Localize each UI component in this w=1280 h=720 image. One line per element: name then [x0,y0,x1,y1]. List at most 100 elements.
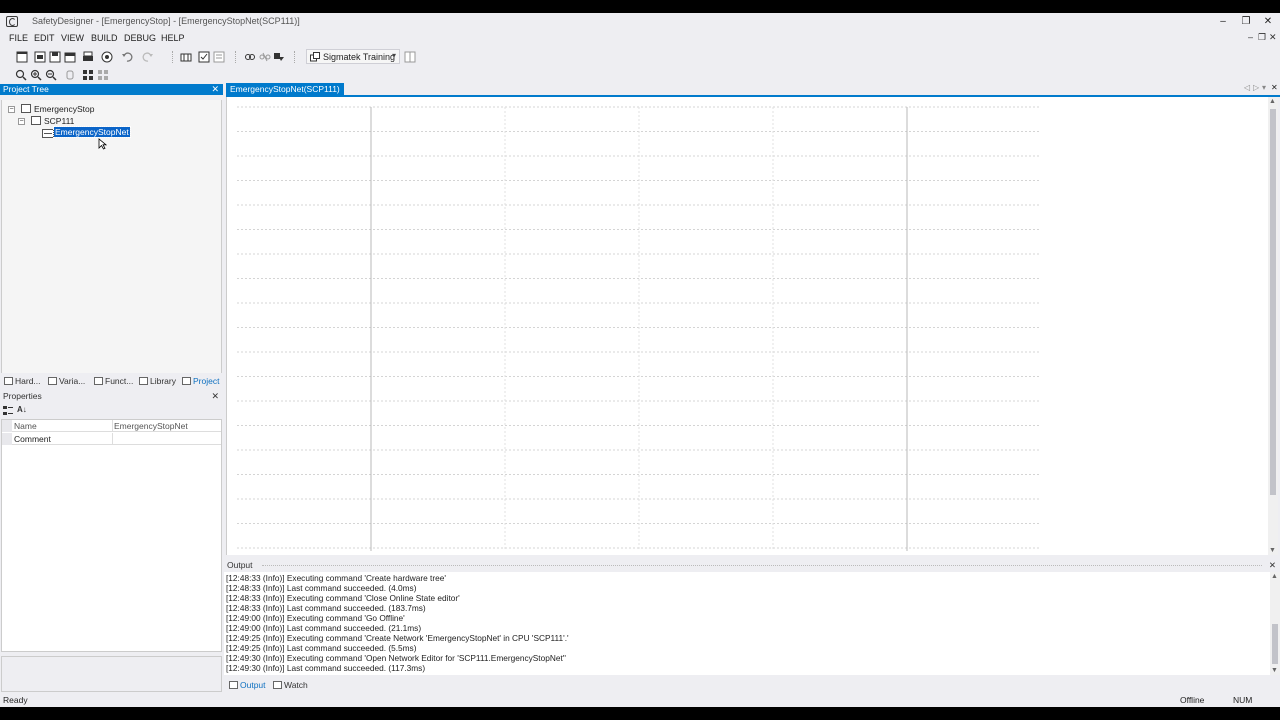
app-logo-icon [6,16,18,27]
output-title: Output [227,560,253,570]
close-window-button[interactable]: ✕ [1257,14,1279,29]
expander-collapse-icon[interactable]: − [8,106,15,113]
print-icon[interactable] [82,51,94,63]
row-margin [2,420,12,432]
new-project-icon[interactable] [16,51,28,63]
target-settings-icon[interactable] [404,51,416,63]
expander-collapse-icon[interactable]: − [18,118,25,125]
editor-grid [237,106,1041,551]
target-combo[interactable]: Sigmatek Training ▾ [306,49,400,64]
log-line: [12:48:33 (Info)] Last command succeeded… [226,603,426,613]
properties-header: Properties ✕ [0,391,223,402]
online-state-icon[interactable] [273,51,285,63]
help-icon[interactable] [101,51,113,63]
save-icon[interactable] [49,51,61,63]
scrollbar-thumb[interactable] [1272,624,1278,664]
watch-icon [273,681,282,689]
network-icon [42,129,54,138]
disconnect-icon[interactable] [259,51,271,63]
scroll-up-icon[interactable]: ▲ [1269,98,1276,105]
properties-close-icon[interactable]: ✕ [211,391,219,402]
grid-icon[interactable] [82,69,94,81]
save-all-icon[interactable] [64,51,76,63]
menu-debug[interactable]: DEBUG [124,33,156,43]
zoom-out-icon[interactable] [45,69,57,81]
tree-node-label-selected: EmergencyStopNet [53,126,131,138]
menu-help[interactable]: HELP [161,33,185,43]
library-icon [139,377,148,385]
left-panel-tabs: Hard... Varia... Funct... Library Projec… [0,373,223,389]
property-description [1,656,222,692]
menu-file[interactable]: FILE [9,33,28,43]
tab-variables[interactable]: Varia... [48,376,85,386]
zoom-in-icon[interactable] [30,69,42,81]
properties-grid: Name EmergencyStopNet Comment [1,419,222,652]
output-close-icon[interactable]: ✕ [1269,560,1276,571]
connection-status: Offline [1180,695,1205,705]
tab-library[interactable]: Library [139,376,176,386]
menu-edit[interactable]: EDIT [34,33,55,43]
log-line: [12:48:33 (Info)] Executing command 'Cre… [226,573,446,583]
project-tree: − EmergencyStop − SCP111 EmergencyStopNe… [1,100,222,374]
property-value: EmergencyStopNet [114,421,188,431]
align-grid-icon[interactable] [97,69,109,81]
tree-node-label: EmergencyStop [34,104,95,114]
restore-button[interactable]: ❐ [1235,14,1257,29]
tab-scroll-right-icon[interactable]: ▷ [1253,83,1259,92]
tab-project[interactable]: Project [182,376,219,386]
minimize-button[interactable]: – [1212,14,1234,29]
property-row-comment[interactable]: Comment [2,433,221,445]
build-icon[interactable] [180,51,192,63]
scrollbar-thumb[interactable] [1270,109,1276,495]
categorized-icon[interactable] [3,406,13,416]
menu-bar: FILE EDIT VIEW BUILD DEBUG HELP [0,31,1280,46]
toolbar-separator [172,51,173,63]
undo-icon[interactable] [121,51,133,63]
sort-alphabetical-icon[interactable]: A↓ [17,405,27,414]
scroll-down-icon[interactable]: ▼ [1269,547,1276,554]
project-icon [21,104,31,113]
network-editor-canvas[interactable] [226,97,1268,555]
open-project-icon[interactable] [34,51,46,63]
row-margin [2,433,12,445]
scroll-down-icon[interactable]: ▼ [1271,667,1278,674]
combo-arrow-icon[interactable]: ▾ [392,51,396,60]
pan-hand-icon[interactable] [64,69,76,81]
output-panel-tabs: Output Watch [224,677,1280,693]
close-document-icon[interactable]: ✕ [1271,83,1278,92]
log-line: [12:49:30 (Info)] Last command succeeded… [226,663,426,673]
mdi-restore-button[interactable]: ❐ [1258,32,1266,43]
menu-build[interactable]: BUILD [91,33,118,43]
target-device-icon [310,52,320,62]
editor-vertical-scrollbar[interactable]: ▲ ▼ [1268,97,1278,555]
functions-icon [94,377,103,385]
redo-icon[interactable] [142,51,154,63]
tab-emergencystopnet[interactable]: EmergencyStopNet(SCP111) [226,83,344,95]
output-vertical-scrollbar[interactable]: ▲ ▼ [1270,572,1280,675]
properties-toolbar: A↓ [0,404,223,418]
output-log[interactable]: [12:48:33 (Info)] Executing command 'Cre… [224,572,1270,675]
menu-view[interactable]: VIEW [61,33,84,43]
project-tree-title: Project Tree [3,84,49,94]
tab-output[interactable]: Output [229,680,266,690]
num-lock-indicator: NUM [1233,695,1253,705]
tree-node-label: SCP111 [44,116,75,126]
mdi-close-button[interactable]: ✕ [1269,32,1277,43]
output-icon [229,681,238,689]
compile-icon[interactable] [198,51,210,63]
download-icon[interactable] [213,51,225,63]
connect-icon[interactable] [244,51,256,63]
mdi-minimize-button[interactable]: – [1248,32,1253,42]
tab-watch[interactable]: Watch [273,680,308,690]
tab-functions[interactable]: Funct... [94,376,133,386]
mouse-cursor-icon [98,138,107,150]
property-row-name[interactable]: Name EmergencyStopNet [2,420,221,432]
property-name: Name [14,421,37,431]
toolbar-separator [235,51,236,63]
scroll-up-icon[interactable]: ▲ [1271,573,1278,580]
zoom-icon[interactable] [15,69,27,81]
tab-list-icon[interactable]: ▾ [1262,83,1266,92]
tab-hardware[interactable]: Hard... [4,376,41,386]
project-tree-close-icon[interactable]: ✕ [211,84,219,95]
tab-scroll-left-icon[interactable]: ◁ [1244,83,1250,92]
